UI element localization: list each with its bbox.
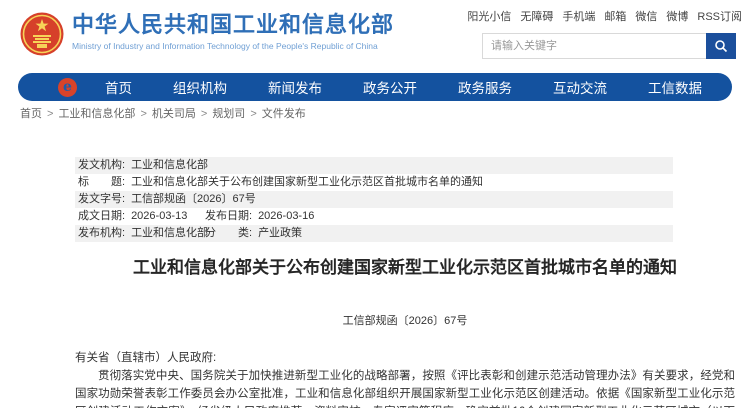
meta-value: 工业和信息化部 [131, 225, 208, 242]
link-weibo[interactable]: 微博 [666, 8, 688, 24]
header-utilities: 阳光小信 无障碍 手机端 邮箱 微信 微博 RSS订阅 [482, 8, 742, 59]
search-input[interactable] [482, 33, 706, 59]
page: 中华人民共和国工业和信息化部 Ministry of Industry and … [0, 0, 750, 408]
breadcrumb-home[interactable]: 首页 [20, 108, 42, 120]
top-links: 阳光小信 无障碍 手机端 邮箱 微信 微博 RSS订阅 [482, 8, 742, 24]
search-icon [714, 39, 728, 53]
nav-items: 首页 组织机构 新闻发布 政务公开 政务服务 互动交流 工信数据 [105, 77, 702, 97]
meta-label: 标 题: [78, 174, 125, 191]
link-mobile[interactable]: 手机端 [562, 8, 595, 24]
document-meta-table: 发文机构: 工业和信息化部 标 题: 工业和信息化部关于公布创建国家新型工业化示… [75, 157, 673, 242]
breadcrumb-departments[interactable]: 机关司局 [152, 108, 196, 120]
meta-row-title: 标 题: 工业和信息化部关于公布创建国家新型工业化示范区首批城市名单的通知 [75, 174, 673, 191]
document-content: 工业和信息化部关于公布创建国家新型工业化示范区首批城市名单的通知 工信部规函〔2… [75, 256, 735, 408]
meta-label: 分 类: [205, 225, 252, 242]
meta-label: 成文日期: [78, 208, 125, 225]
miit-logo-icon: e [58, 78, 77, 97]
nav-item-gov-services[interactable]: 政务服务 [458, 77, 512, 97]
meta-row-dates: 成文日期: 2026-03-13 发布日期: 2026-03-16 [75, 208, 673, 225]
meta-row-doc-number: 发文字号: 工信部规函〔2026〕67号 [75, 191, 673, 208]
document-paragraph: 贯彻落实党中央、国务院关于加快推进新型工业化的战略部署，按照《评比表彰和创建示范… [75, 367, 735, 408]
link-rss[interactable]: RSS订阅 [697, 8, 742, 24]
breadcrumb-separator: > [250, 108, 256, 120]
nav-item-home[interactable]: 首页 [105, 77, 132, 97]
meta-label: 发文机构: [78, 157, 125, 174]
site-brand: 中华人民共和国工业和信息化部 Ministry of Industry and … [72, 12, 394, 51]
breadcrumb: 首页 > 工业和信息化部 > 机关司局 > 规划司 > 文件发布 [20, 105, 306, 121]
breadcrumb-miit[interactable]: 工业和信息化部 [58, 108, 135, 120]
search-button[interactable] [706, 33, 736, 59]
meta-cell-publish-date: 发布日期: 2026-03-16 [205, 208, 314, 225]
meta-value: 产业政策 [258, 225, 302, 242]
search-bar [482, 33, 736, 59]
meta-value: 工业和信息化部 [131, 157, 208, 174]
meta-label: 发文字号: [78, 191, 125, 208]
breadcrumb-separator: > [140, 108, 146, 120]
site-header: 中华人民共和国工业和信息化部 Ministry of Industry and … [0, 0, 750, 68]
site-title: 中华人民共和国工业和信息化部 [72, 12, 394, 38]
meta-value: 2026-03-16 [258, 208, 314, 225]
link-accessibility[interactable]: 无障碍 [520, 8, 553, 24]
site-subtitle: Ministry of Industry and Information Tec… [72, 41, 394, 51]
national-emblem-icon [20, 11, 64, 57]
breadcrumb-separator: > [47, 108, 53, 120]
nav-item-news[interactable]: 新闻发布 [268, 77, 322, 97]
nav-item-interaction[interactable]: 互动交流 [553, 77, 607, 97]
document-body: 有关省（直辖市）人民政府: 贯彻落实党中央、国务院关于加快推进新型工业化的战略部… [75, 349, 735, 408]
meta-label: 发布日期: [205, 208, 252, 225]
meta-value: 2026-03-13 [131, 208, 187, 225]
document-number: 工信部规函〔2026〕67号 [75, 312, 735, 328]
meta-label: 发布机构: [78, 225, 125, 242]
link-mail[interactable]: 邮箱 [604, 8, 626, 24]
meta-cell-category: 分 类: 产业政策 [205, 225, 302, 242]
breadcrumb-separator: > [201, 108, 207, 120]
meta-value: 工信部规函〔2026〕67号 [131, 191, 256, 208]
main-nav: e 首页 组织机构 新闻发布 政务公开 政务服务 互动交流 工信数据 [18, 73, 732, 101]
document-title: 工业和信息化部关于公布创建国家新型工业化示范区首批城市名单的通知 [75, 256, 735, 280]
nav-item-data[interactable]: 工信数据 [648, 77, 702, 97]
meta-row-issuing-agency: 发文机构: 工业和信息化部 [75, 157, 673, 174]
document-salutation: 有关省（直辖市）人民政府: [75, 349, 735, 367]
breadcrumb-document-release[interactable]: 文件发布 [262, 108, 306, 120]
meta-value: 工业和信息化部关于公布创建国家新型工业化示范区首批城市名单的通知 [131, 174, 483, 191]
meta-row-publisher-category: 发布机构: 工业和信息化部 分 类: 产业政策 [75, 225, 673, 242]
nav-item-organization[interactable]: 组织机构 [173, 77, 227, 97]
link-wechat[interactable]: 微信 [635, 8, 657, 24]
nav-item-gov-affairs[interactable]: 政务公开 [363, 77, 417, 97]
link-sunshine-assistant[interactable]: 阳光小信 [467, 8, 511, 24]
breadcrumb-planning-dept[interactable]: 规划司 [212, 108, 245, 120]
